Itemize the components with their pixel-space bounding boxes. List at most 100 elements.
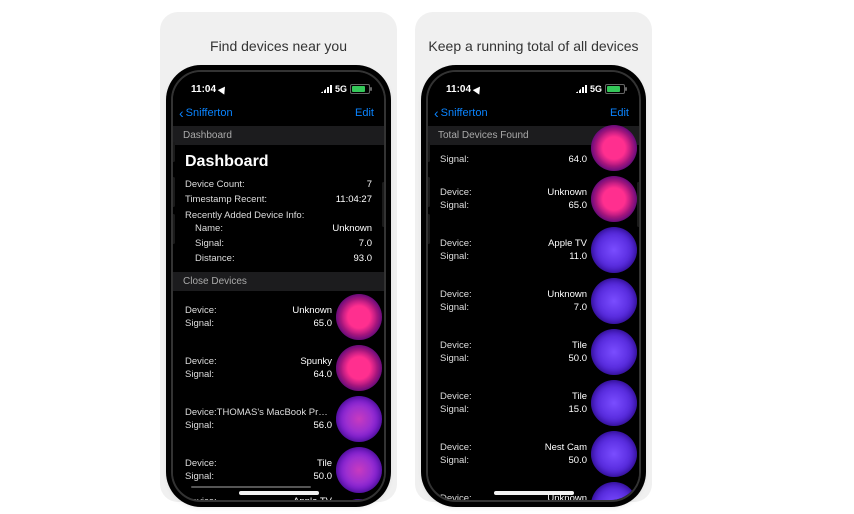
home-indicator[interactable] [494, 491, 574, 495]
device-signal-label: Signal: [440, 251, 469, 262]
device-row[interactable]: Device:Apple TVSignal: [173, 495, 384, 500]
device-text: Signal:64.0 [440, 154, 591, 165]
screenshot-panel-right: Keep a running total of all devices 11:0… [415, 12, 652, 502]
device-text: Device:Nest CamSignal:50.0 [440, 442, 591, 466]
device-name-value: Apple TV [293, 496, 332, 500]
edit-button[interactable]: Edit [355, 107, 374, 119]
screen-left: ‹ Snifferton Edit Dashboard Dashboard De… [173, 72, 384, 500]
device-signal-value: 11.0 [569, 251, 587, 262]
device-signal-label: Signal: [440, 302, 469, 313]
chevron-left-icon: ‹ [434, 106, 439, 120]
side-button [427, 214, 430, 244]
device-signal-value: 50.0 [569, 455, 588, 466]
device-text: Device:Apple TVSignal:11.0 [440, 238, 591, 262]
signal-orb-icon [591, 431, 637, 477]
side-button [172, 142, 175, 162]
device-row[interactable]: Device:UnknownSignal:7.0 [428, 275, 639, 326]
signal-orb-icon [591, 227, 637, 273]
device-text: Device:SpunkySignal:64.0 [185, 356, 336, 380]
device-signal-value: 50.0 [314, 471, 333, 482]
device-name-value: Tile [572, 391, 587, 402]
edit-button[interactable]: Edit [610, 107, 629, 119]
device-row[interactable]: Device:Apple TVSignal:11.0 [428, 224, 639, 275]
timestamp-label: Timestamp Recent: [185, 194, 267, 205]
device-signal-label: Signal: [185, 369, 214, 380]
notch [229, 72, 329, 94]
signal-orb-icon [591, 329, 637, 375]
signal-orb-icon [336, 499, 382, 500]
device-name-value: Unknown [292, 305, 332, 316]
side-button [172, 177, 175, 207]
dashboard-summary: Dashboard Device Count:7 Timestamp Recen… [173, 145, 384, 266]
device-signal-label: Signal: [185, 318, 214, 329]
device-row[interactable]: Device:UnknownSignal:65.0 [428, 173, 639, 224]
device-name-label: Device: [185, 458, 217, 469]
device-text: Device:TileSignal:15.0 [440, 391, 591, 415]
device-row[interactable]: Device:Nest CamSignal:50.0 [428, 428, 639, 479]
device-name-value: Unknown [547, 187, 587, 198]
device-row[interactable]: Device:TileSignal:50.0 [428, 326, 639, 377]
device-row[interactable]: Device:UnknownSignal:65.0 [173, 291, 384, 342]
device-signal-value: 65.0 [314, 318, 333, 329]
scroll-indicator [191, 486, 311, 488]
device-name-label: Device: [440, 289, 472, 300]
signal-orb-icon [591, 125, 637, 171]
device-signal-value: 7.0 [574, 302, 587, 313]
side-button [382, 182, 385, 227]
caption-right: Keep a running total of all devices [426, 24, 641, 70]
device-text: Device:UnknownSignal:65.0 [185, 305, 336, 329]
battery-icon [605, 84, 625, 94]
side-button [427, 177, 430, 207]
device-name-label: Device: [185, 496, 217, 500]
carrier-label: 5G [590, 84, 602, 94]
device-name-label: Device: [440, 391, 472, 402]
screen-right: ‹ Snifferton Edit Total Devices Found Si… [428, 72, 639, 500]
location-icon [473, 84, 484, 94]
device-name-label: Device: [440, 493, 472, 501]
device-text: Device:THOMAS's MacBook Pr…Signal:56.0 [185, 407, 336, 431]
device-text: Device:TileSignal:50.0 [440, 340, 591, 364]
back-button[interactable]: ‹ Snifferton [434, 106, 488, 120]
signal-orb-icon [336, 396, 382, 442]
device-signal-value: 64.0 [569, 154, 588, 165]
back-button[interactable]: ‹ Snifferton [179, 106, 233, 120]
side-button [637, 182, 640, 227]
device-name-value: Spunky [300, 356, 332, 367]
signal-orb-icon [336, 345, 382, 391]
device-name-value: Nest Cam [545, 442, 587, 453]
device-signal-value: 50.0 [569, 353, 588, 364]
signal-orb-icon [336, 447, 382, 493]
status-time: 11:04 [446, 84, 471, 95]
recent-signal-value: 7.0 [359, 238, 372, 249]
device-name-label: Device: [440, 340, 472, 351]
screenshot-panel-left: Find devices near you 11:04 5G ‹ Sniffer… [160, 12, 397, 502]
nav-bar: ‹ Snifferton Edit [173, 102, 384, 126]
device-signal-value: 65.0 [569, 200, 588, 211]
device-row[interactable]: Device:THOMAS's MacBook Pr…Signal:56.0 [173, 393, 384, 444]
recent-signal-label: Signal: [195, 238, 224, 249]
signal-orb-icon [336, 294, 382, 340]
device-name-value: Apple TV [548, 238, 587, 249]
device-row[interactable]: Device:TileSignal:15.0 [428, 377, 639, 428]
phone-frame-left: 11:04 5G ‹ Snifferton Edit Dashboard Das… [171, 70, 386, 502]
status-time: 11:04 [191, 84, 216, 95]
recent-name-label: Name: [195, 223, 223, 234]
device-text: Device:TileSignal:50.0 [185, 458, 336, 482]
close-devices-list[interactable]: Device: Unknown Signal: 65.0 Device: Spunky Si… [173, 291, 384, 500]
section-header-dashboard: Dashboard [173, 126, 384, 145]
carrier-label: 5G [335, 84, 347, 94]
device-row[interactable]: Signal:64.0 [428, 145, 639, 173]
back-label: Snifferton [186, 107, 233, 119]
device-signal-value: 15.0 [569, 404, 588, 415]
home-indicator[interactable] [239, 491, 319, 495]
signal-orb-icon [591, 380, 637, 426]
device-row[interactable]: Device:SpunkySignal:64.0 [173, 342, 384, 393]
device-signal-value: 64.0 [314, 369, 333, 380]
device-row[interactable]: Device:UnknownSignal:5.0 [428, 479, 639, 500]
device-name-label: Device:THOMAS's MacBook Pr… [185, 407, 328, 418]
recent-name-value: Unknown [332, 223, 372, 234]
location-icon [218, 84, 229, 94]
total-devices-list[interactable]: Signal:64.0Device:UnknownSignal:65.0Devi… [428, 145, 639, 500]
device-count-label: Device Count: [185, 179, 245, 190]
caption-left: Find devices near you [171, 24, 386, 70]
